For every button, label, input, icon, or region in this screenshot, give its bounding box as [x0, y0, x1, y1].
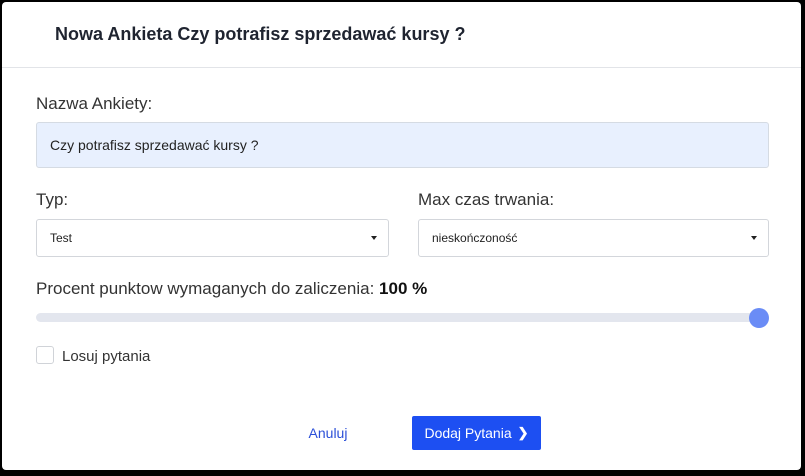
pass-percent-value: 100 %	[379, 279, 428, 298]
duration-label: Max czas trwania:	[418, 190, 555, 209]
pass-percent-slider[interactable]	[36, 313, 760, 322]
add-questions-label: Dodaj Pytania	[424, 425, 512, 441]
cancel-button[interactable]: Anuluj	[298, 416, 358, 450]
chevron-right-icon: ❯	[517, 424, 529, 440]
type-select-value: Test	[50, 231, 73, 245]
slider-thumb[interactable]	[749, 308, 769, 328]
caret-down-icon	[751, 236, 757, 240]
shuffle-questions-label[interactable]: Losuj pytania	[62, 348, 150, 365]
pass-percent-text: Procent punktow wymaganych do zaliczenia…	[36, 279, 375, 298]
caret-down-icon	[371, 236, 377, 240]
survey-name-input[interactable]: Czy potrafisz sprzedawać kursy ?	[36, 122, 769, 168]
duration-select[interactable]: nieskończoność	[418, 219, 769, 257]
modal-header: Nowa Ankieta Czy potrafisz sprzedawać ku…	[2, 2, 801, 68]
pass-percent-label: Procent punktow wymaganych do zaliczenia…	[36, 279, 427, 299]
new-survey-modal: Nowa Ankieta Czy potrafisz sprzedawać ku…	[2, 2, 801, 470]
type-select[interactable]: Test	[36, 219, 389, 257]
type-label: Typ:	[36, 190, 69, 209]
shuffle-questions-checkbox[interactable]	[36, 346, 54, 364]
add-questions-button[interactable]: Dodaj Pytania ❯	[412, 416, 541, 450]
survey-name-label: Nazwa Ankiety:	[36, 94, 153, 113]
modal-title: Nowa Ankieta Czy potrafisz sprzedawać ku…	[55, 24, 466, 44]
survey-name-value: Czy potrafisz sprzedawać kursy ?	[50, 137, 259, 153]
duration-select-value: nieskończoność	[432, 231, 518, 245]
